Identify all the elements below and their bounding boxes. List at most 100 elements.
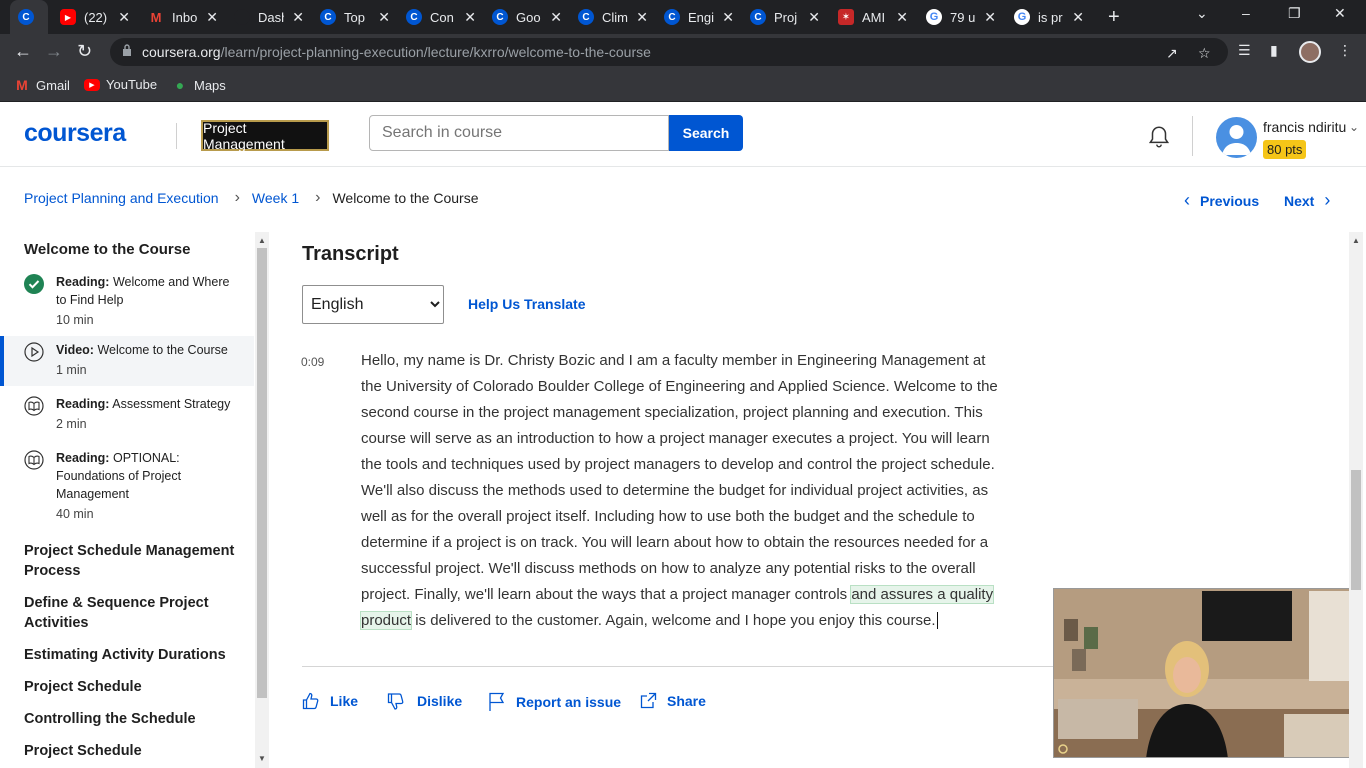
scroll-up-icon[interactable]: ▲ (258, 236, 266, 245)
coursera-icon: C (320, 9, 336, 25)
transcript-text[interactable]: Hello, my name is Dr. Christy Bozic and … (359, 348, 1009, 634)
close-tab-icon[interactable]: ✕ (636, 9, 648, 26)
coursera-icon: C (578, 9, 594, 25)
scroll-up-icon[interactable]: ▲ (1352, 236, 1360, 245)
close-tab-icon[interactable]: ✕ (292, 9, 304, 26)
sidebar-item-optional-reading[interactable]: Reading: OPTIONAL: Foundations of Projec… (0, 444, 254, 530)
transcript-timestamp[interactable]: 0:09 (301, 355, 324, 369)
browser-tab[interactable]: C (10, 0, 48, 34)
chevron-down-icon[interactable]: ⌄ (1349, 120, 1359, 134)
breadcrumb-week-link[interactable]: Week 1 (252, 190, 299, 206)
close-tab-icon[interactable]: ✕ (464, 9, 476, 26)
side-panel-icon[interactable]: ▮ (1270, 42, 1278, 59)
browser-tab[interactable]: C Top ✕ (312, 4, 396, 30)
back-icon[interactable]: ← (14, 41, 32, 62)
close-tab-icon[interactable]: ✕ (896, 9, 908, 26)
menu-dots-icon[interactable]: ⋮ (1338, 42, 1352, 59)
user-name[interactable]: francis ndiritu (1263, 119, 1346, 135)
breadcrumb: Project Planning and Execution › Week 1 … (24, 189, 478, 207)
page-scroll-thumb[interactable] (1351, 470, 1361, 590)
program-badge[interactable]: Project Management (201, 120, 329, 152)
forward-icon[interactable]: → (45, 41, 63, 62)
sidebar-item-welcome-video[interactable]: Video: Welcome to the Course 1 min (0, 336, 254, 386)
bookmark-gmail[interactable]: M Gmail (14, 77, 70, 93)
profile-avatar[interactable] (1299, 41, 1321, 63)
share-button[interactable]: Share (640, 692, 706, 709)
sidebar-scrollbar[interactable]: ▲ ▼ (255, 232, 269, 768)
browser-tab[interactable]: C Goo ✕ (484, 4, 568, 30)
help-translate-link[interactable]: Help Us Translate (468, 296, 586, 312)
reload-icon[interactable]: ↻ (77, 41, 92, 62)
video-frame (1054, 589, 1353, 757)
like-button[interactable]: Like (302, 692, 358, 710)
thumbs-up-icon (302, 692, 319, 710)
sidebar-item-text: Video: Welcome to the Course 1 min (56, 343, 228, 377)
tab-title: Goo (516, 9, 541, 25)
report-issue-button[interactable]: Report an issue (488, 692, 621, 712)
video-player[interactable] (1053, 588, 1354, 758)
sidebar-scroll-thumb[interactable] (257, 248, 267, 698)
address-bar[interactable]: coursera.org/learn/project-planning-exec… (110, 38, 1228, 66)
bookmark-label: Gmail (36, 77, 70, 93)
sidebar-section-project-schedule-2[interactable]: Project Schedule (24, 741, 244, 761)
coursera-logo[interactable]: coursera (24, 119, 126, 148)
close-tab-icon[interactable]: ✕ (984, 9, 996, 26)
maps-icon: ● (175, 77, 185, 93)
browser-tab[interactable]: M Inbo ✕ (140, 4, 224, 30)
next-button[interactable]: Next › (1284, 190, 1330, 211)
tab-search-icon[interactable]: ⌄ (1196, 5, 1208, 22)
close-window-icon[interactable]: ✕ (1334, 5, 1346, 22)
bookmark-label: YouTube (106, 77, 158, 92)
sidebar-section-controlling[interactable]: Controlling the Schedule (24, 709, 244, 729)
browser-tab[interactable]: C Con ✕ (398, 4, 482, 30)
report-label: Report an issue (516, 694, 622, 710)
browser-tab[interactable]: C Engi ✕ (656, 4, 740, 30)
dislike-button[interactable]: Dislike (387, 692, 462, 710)
youtube-icon: ▶ (60, 9, 76, 25)
blank-icon (234, 9, 250, 25)
sidebar-item-assessment-reading[interactable]: Reading: Assessment Strategy 2 min (0, 390, 254, 440)
browser-tab[interactable]: C Proj ✕ (742, 4, 826, 30)
browser-tab[interactable]: Gis pr ✕ (1006, 4, 1090, 30)
language-select[interactable]: English (302, 285, 444, 324)
sidebar-item-text: Reading: OPTIONAL: Foundations of Projec… (56, 451, 182, 521)
share-page-icon[interactable]: ↗ (1166, 45, 1178, 62)
search-button[interactable]: Search (669, 115, 743, 151)
ami-icon: ✶ (838, 9, 854, 25)
bookmark-maps[interactable]: ● Maps (172, 77, 226, 93)
sidebar-section-schedule-process[interactable]: Project Schedule Management Process (24, 541, 244, 581)
sidebar-item-welcome-reading[interactable]: Reading: Welcome and Where to Find Help 1… (0, 268, 254, 328)
new-tab-icon[interactable]: + (1108, 6, 1120, 29)
previous-button[interactable]: ‹ Previous (1184, 190, 1259, 211)
browser-tab[interactable]: ▶ (22) ✕ (52, 4, 136, 30)
breadcrumb-course-link[interactable]: Project Planning and Execution (24, 190, 219, 206)
page-scrollbar[interactable]: ▲ (1349, 232, 1363, 768)
browser-tab[interactable]: G 79 u ✕ (918, 4, 1002, 30)
bookmark-star-icon[interactable]: ☆ (1198, 45, 1211, 62)
browser-tab[interactable]: ✶ AMI ✕ (830, 4, 914, 30)
restore-icon[interactable]: ❐ (1288, 5, 1301, 22)
tab-title: AMI (862, 9, 886, 25)
scroll-down-icon[interactable]: ▼ (258, 754, 266, 763)
transcript-segment[interactable]: Hello, my name is Dr. Christy Bozic and … (361, 352, 998, 603)
sidebar-section-project-schedule[interactable]: Project Schedule (24, 677, 244, 697)
close-tab-icon[interactable]: ✕ (378, 9, 390, 26)
course-search-input[interactable] (369, 115, 669, 151)
sidebar-section-define-sequence[interactable]: Define & Sequence Project Activities (24, 593, 244, 633)
gmail-icon: M (16, 77, 28, 93)
close-tab-icon[interactable]: ✕ (206, 9, 218, 26)
notification-bell-icon[interactable] (1146, 124, 1172, 150)
sidebar-section-estimating[interactable]: Estimating Activity Durations (24, 645, 244, 665)
browser-tab[interactable]: C Clim ✕ (570, 4, 654, 30)
close-tab-icon[interactable]: ✕ (550, 9, 562, 26)
minimize-icon[interactable]: – (1242, 5, 1250, 21)
close-tab-icon[interactable]: ✕ (1072, 9, 1084, 26)
media-control-icon[interactable]: ☰ (1238, 42, 1251, 59)
user-avatar[interactable] (1216, 117, 1257, 158)
close-tab-icon[interactable]: ✕ (118, 9, 130, 26)
close-tab-icon[interactable]: ✕ (808, 9, 820, 26)
transcript-segment[interactable]: is delivered to the customer. Again, wel… (411, 612, 935, 629)
bookmark-youtube[interactable]: ▶ YouTube (84, 77, 157, 92)
browser-tab[interactable]: Dash ✕ (226, 4, 310, 30)
close-tab-icon[interactable]: ✕ (722, 9, 734, 26)
